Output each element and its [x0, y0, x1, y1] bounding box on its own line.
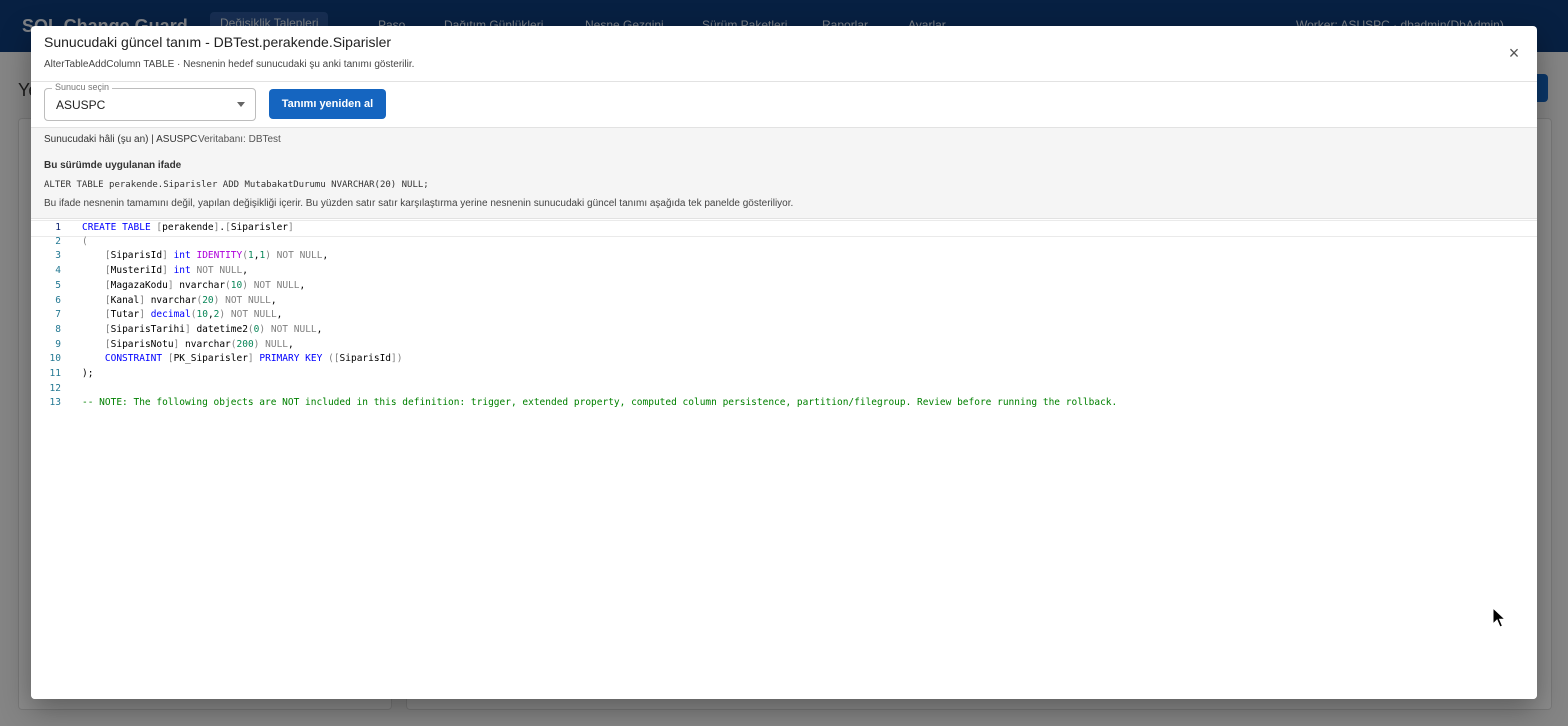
code-line[interactable]: 13 -- NOTE: The following objects are NOT…	[31, 396, 1537, 411]
divider	[31, 81, 1537, 82]
line-number: 10	[49, 353, 61, 365]
line-number: 2	[55, 235, 61, 247]
line-number: 9	[55, 338, 61, 350]
definition-dialog: Sunucudaki güncel tanım - DBTest.peraken…	[31, 26, 1537, 699]
line-number: 7	[55, 309, 61, 321]
line-number: 12	[49, 382, 61, 394]
line-number: 13	[49, 397, 61, 409]
server-select-value: ASUSPC	[56, 98, 106, 112]
line-number: 3	[55, 250, 61, 262]
line-number: 6	[55, 294, 61, 306]
code-editor[interactable]: 1 CREATE TABLE [perakende].[Siparisler] 2(…	[31, 219, 1537, 699]
code-text: [SiparisTarihi] datetime2(0) NOT NULL,	[104, 323, 323, 335]
code-line[interactable]: 10 CONSTRAINT [PK_Siparisler] PRIMARY KE…	[31, 352, 1537, 367]
code-line[interactable]: 3 [SiparisId] int IDENTITY(1,1) NOT NULL…	[31, 249, 1537, 264]
code-line[interactable]: 4 [MusteriId] int NOT NULL,	[31, 264, 1537, 279]
applied-statement-box: Bu sürümde uygulanan ifade ALTER TABLE p…	[31, 152, 1537, 219]
line-number: 1	[55, 222, 61, 233]
code-text: );	[82, 368, 94, 379]
code-line[interactable]: 9 [SiparisNotu] nvarchar(200) NULL,	[31, 338, 1537, 353]
code-text: [Tutar] decimal(10,2) NOT NULL,	[104, 309, 283, 321]
line-number: 11	[49, 368, 61, 379]
code-text: [Kanal] nvarchar(20) NOT NULL,	[104, 294, 277, 306]
code-line[interactable]: 5 [MagazaKodu] nvarchar(10) NOT NULL,	[31, 279, 1537, 294]
code-text: [MusteriId] int NOT NULL,	[104, 265, 249, 277]
reload-definition-button[interactable]: Tanımı yeniden al	[269, 89, 386, 119]
chevron-down-icon	[237, 102, 245, 107]
code-text: [SiparisId] int IDENTITY(1,1) NOT NULL,	[104, 250, 329, 262]
database-label: Veritabanı: DBTest	[198, 134, 281, 145]
applied-statement-sql: ALTER TABLE perakende.Siparisler ADD Mut…	[44, 180, 429, 190]
code-line[interactable]: 11);	[31, 367, 1537, 382]
code-text: (	[82, 235, 88, 247]
dialog-subtitle: AlterTableAddColumn TABLE · Nesnenin hed…	[44, 59, 415, 70]
code-line[interactable]: 2(	[31, 235, 1537, 250]
code-text: [SiparisNotu] nvarchar(200) NULL,	[104, 338, 294, 350]
code-line[interactable]: 6 [Kanal] nvarchar(20) NOT NULL,	[31, 294, 1537, 309]
code-line[interactable]: 8 [SiparisTarihi] datetime2(0) NOT NULL,	[31, 323, 1537, 338]
code-line[interactable]: 12	[31, 382, 1537, 397]
code-text: CREATE TABLE [perakende].[Siparisler]	[82, 222, 294, 233]
applied-statement-heading: Bu sürümde uygulanan ifade	[44, 160, 182, 171]
server-select[interactable]: Sunucu seçin ASUSPC	[44, 82, 256, 121]
close-icon[interactable]: ×	[1505, 44, 1523, 62]
line-number: 5	[55, 279, 61, 291]
line-number: 4	[55, 265, 61, 277]
line-number: 8	[55, 323, 61, 335]
mouse-pointer-icon	[1492, 606, 1507, 628]
code-text: CONSTRAINT [PK_Siparisler] PRIMARY KEY (…	[104, 353, 403, 365]
code-text: -- NOTE: The following objects are NOT i…	[82, 397, 1118, 409]
code-line[interactable]: 7 [Tutar] decimal(10,2) NOT NULL,	[31, 308, 1537, 323]
applied-statement-note: Bu ifade nesnenin tamamını değil, yapıla…	[44, 198, 794, 209]
server-info-bar: Sunucudaki hâli (şu an) | ASUSPC Veritab…	[31, 127, 1537, 153]
dialog-title: Sunucudaki güncel tanım - DBTest.peraken…	[44, 34, 392, 50]
server-select-label: Sunucu seçin	[52, 82, 113, 92]
code-text: [MagazaKodu] nvarchar(10) NOT NULL,	[104, 279, 306, 291]
server-state-label: Sunucudaki hâli (şu an) | ASUSPC	[44, 134, 198, 145]
